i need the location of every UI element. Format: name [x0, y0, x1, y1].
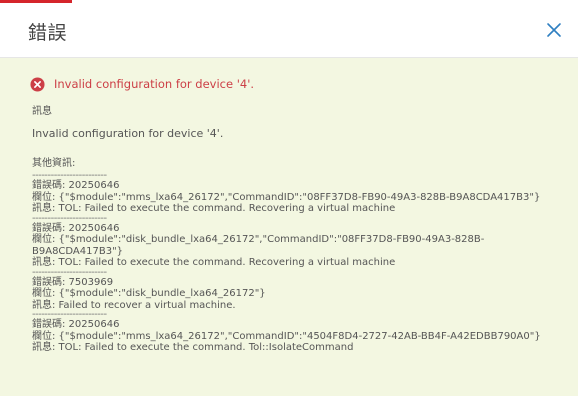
- error-summary-text: Invalid configuration for device '4'.: [54, 77, 255, 91]
- separator: ------------------------: [32, 172, 107, 180]
- separator: ------------------------: [32, 214, 107, 223]
- error-entry: ------------------------ 錯誤碼: 20250646 欄…: [32, 215, 558, 269]
- error-summary: Invalid configuration for device '4'.: [30, 72, 558, 96]
- error-code: 錯誤碼: 7503969: [32, 276, 114, 288]
- close-icon: [547, 23, 561, 37]
- dialog-body: Invalid configuration for device '4'. 訊息…: [0, 58, 578, 396]
- separator: ------------------------: [32, 268, 107, 277]
- error-message: 訊息: Failed to recover a virtual machine.: [32, 299, 236, 311]
- message-text: Invalid configuration for device '4'.: [32, 127, 224, 140]
- separator: ------------------------: [32, 311, 107, 319]
- dialog-header: 錯誤: [0, 0, 578, 58]
- error-field: 欄位: {"$module":"disk_bundle_lxa64_26172"…: [32, 234, 485, 257]
- error-field: 欄位: {"$module":"mms_lxa64_26172","Comman…: [32, 330, 541, 342]
- error-dialog: 錯誤 Invalid configuration for device '4'.…: [0, 0, 578, 396]
- message-label: 訊息: [32, 106, 52, 117]
- dialog-title: 錯誤: [28, 22, 68, 44]
- error-code: 錯誤碼: 20250646: [32, 222, 120, 234]
- error-message: 訊息: TOL: Failed to execute the command. …: [32, 342, 354, 353]
- error-code: 錯誤碼: 20250646: [32, 180, 120, 191]
- error-field: 欄位: {"$module":"disk_bundle_lxa64_26172"…: [32, 288, 266, 299]
- accent-bar: [0, 0, 72, 3]
- error-entry: ------------------------ 錯誤碼: 20250646 欄…: [32, 172, 558, 215]
- error-entry: ------------------------ 錯誤碼: 20250646 欄…: [32, 311, 558, 354]
- error-circle-icon: [30, 76, 45, 92]
- more-info-label: 其他資訊:: [32, 158, 76, 169]
- error-message: 訊息: TOL: Failed to execute the command. …: [32, 257, 396, 268]
- error-field: 欄位: {"$module":"mms_lxa64_26172","Comman…: [32, 191, 541, 203]
- close-button[interactable]: [542, 18, 566, 42]
- error-details: ------------------------ 錯誤碼: 20250646 欄…: [32, 172, 558, 354]
- error-message: 訊息: TOL: Failed to execute the command. …: [32, 203, 396, 214]
- error-entry: ------------------------ 錯誤碼: 7503969 欄位…: [32, 269, 558, 312]
- error-code: 錯誤碼: 20250646: [32, 319, 120, 330]
